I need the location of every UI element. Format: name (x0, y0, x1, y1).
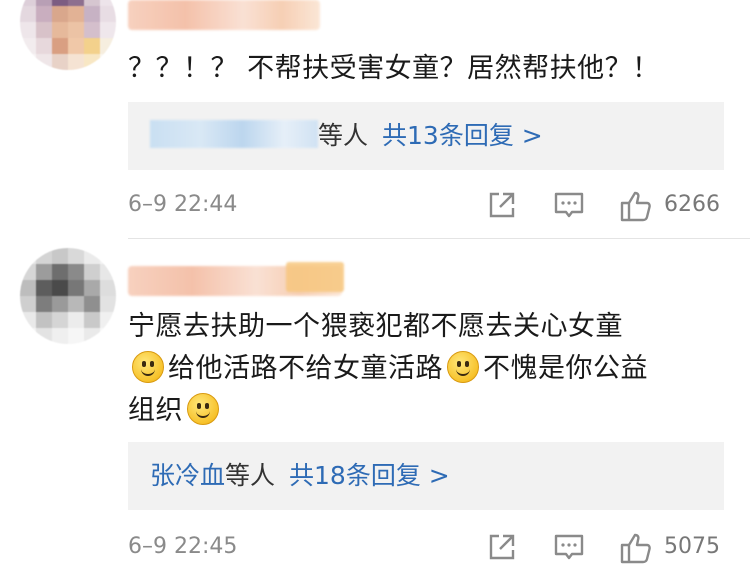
thumbs-up-icon[interactable] (618, 188, 654, 228)
comment-item: 宁愿去扶助一个猥亵犯都不愿去关心女童 给他活路不给女童活路 不愧是你公益 组织 张… (0, 240, 750, 582)
avatar[interactable] (20, 0, 116, 70)
comment-icon[interactable] (552, 188, 586, 226)
reply-username-link[interactable]: 张冷血 (150, 461, 225, 490)
comment-text-line: 给他活路不给女童活路 不愧是你公益 (128, 348, 728, 390)
like-count: 6266 (664, 192, 720, 217)
username-blurred[interactable] (128, 0, 320, 30)
divider (128, 238, 750, 239)
reply-usernames-blurred[interactable] (150, 120, 318, 148)
comment-text: 宁愿去扶助一个猥亵犯都不愿去关心女童 给他活路不给女童活路 不愧是你公益 组织 (128, 306, 728, 432)
smile-emoji-icon (187, 393, 219, 425)
timestamp: 6–9 22:44 (128, 192, 238, 217)
reply-others-label: 等人 (225, 461, 276, 490)
comment-icon[interactable] (552, 530, 586, 568)
timestamp: 6–9 22:45 (128, 534, 238, 559)
smile-emoji-icon (132, 351, 164, 383)
comment-text-fragment: 不愧是你公益 (483, 353, 648, 384)
user-badge-blurred (286, 262, 344, 292)
comment-text-line: 组织 (128, 390, 728, 432)
comment-meta: 6–9 22:44 6266 (128, 186, 728, 226)
like-count: 5075 (664, 534, 720, 559)
comment-text: ？？！？ 不帮扶受害女童？居然帮扶他？！ (128, 53, 660, 84)
share-icon[interactable] (485, 530, 519, 568)
avatar[interactable] (20, 248, 116, 344)
comment-text-line: 宁愿去扶助一个猥亵犯都不愿去关心女童 (128, 311, 623, 342)
reply-count-link[interactable]: 共13条回复 > (382, 121, 543, 150)
smile-emoji-icon (447, 351, 479, 383)
comment-meta: 6–9 22:45 5075 (128, 528, 728, 568)
comment-item: ？？！？ 不帮扶受害女童？居然帮扶他？！ 等人 共13条回复 > 6–9 22:4… (0, 0, 750, 240)
reply-summary[interactable]: 张冷血等人 共18条回复 > (128, 442, 724, 510)
comment-text-fragment: 组织 (128, 395, 183, 426)
reply-count-link[interactable]: 共18条回复 > (289, 461, 450, 490)
reply-others-label: 等人 (318, 121, 369, 150)
comment-text-fragment: 给他活路不给女童活路 (168, 353, 443, 384)
reply-summary[interactable]: 等人 共13条回复 > (128, 102, 724, 170)
share-icon[interactable] (485, 188, 519, 226)
thumbs-up-icon[interactable] (618, 530, 654, 570)
